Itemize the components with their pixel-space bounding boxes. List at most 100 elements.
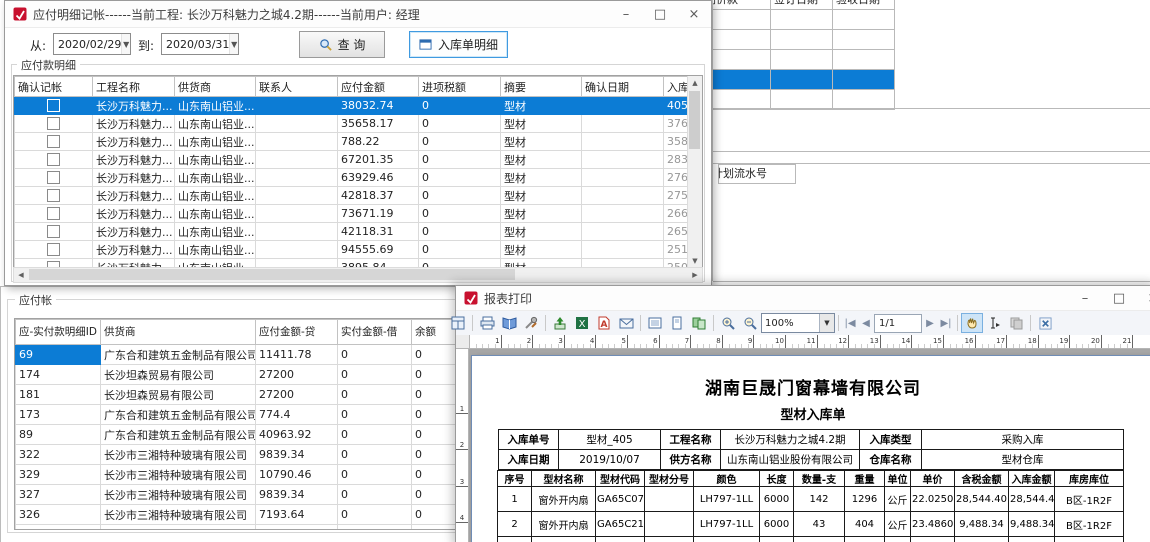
cell-entry-no[interactable]: 266 [664, 205, 689, 223]
zoom-in-icon[interactable] [717, 313, 739, 333]
cell-balance[interactable]: 0 [412, 385, 456, 405]
scroll-up-icon[interactable]: ▲ [688, 76, 702, 90]
cell-id[interactable]: 326 [16, 505, 101, 525]
query-button[interactable]: 查 询 [299, 31, 385, 58]
mail-icon[interactable] [615, 313, 637, 333]
cell-credit[interactable]: 774.4 [256, 405, 338, 425]
minimize-button[interactable]: – [1068, 286, 1102, 310]
cell-id[interactable]: 173 [16, 405, 101, 425]
cell-confirm-date[interactable] [582, 241, 664, 259]
cell-supplier[interactable]: 长沙市三湘特种玻璃有限公司 [101, 525, 256, 531]
cell-credit[interactable] [256, 525, 338, 531]
cell-balance[interactable]: 0 [412, 465, 456, 485]
confirm-cell[interactable] [15, 241, 93, 259]
zoom-level-select[interactable]: 100% ▼ [761, 313, 835, 333]
cell-memo[interactable]: 型材 [501, 151, 582, 169]
cell-id[interactable]: 181 [16, 385, 101, 405]
hand-tool-icon[interactable] [961, 313, 983, 333]
cell-project[interactable]: 长沙万科魅力... [93, 151, 175, 169]
cell-debit[interactable]: 0 [338, 365, 412, 385]
cell-supplier[interactable]: 山东南山铝业... [175, 241, 256, 259]
cell-confirm-date[interactable] [582, 151, 664, 169]
cell-project[interactable]: 长沙万科魅力... [93, 133, 175, 151]
cell-supplier[interactable]: 广东合和建筑五金制品有限公司 [101, 425, 256, 445]
cell-debit[interactable]: 0 [338, 465, 412, 485]
confirm-checkbox[interactable] [47, 99, 60, 112]
cell-id[interactable]: 174 [16, 365, 101, 385]
cell-memo[interactable]: 型材 [501, 223, 582, 241]
cell-project[interactable]: 长沙万科魅力... [93, 241, 175, 259]
detail-row[interactable]: 长沙万科魅力... 山东南山铝业... 42818.37 0 型材 275 [15, 187, 689, 205]
confirm-checkbox[interactable] [47, 171, 60, 184]
cell-balance[interactable]: 0 [412, 345, 456, 365]
cell-tax[interactable]: 0 [419, 223, 501, 241]
cell-project[interactable]: 长沙万科魅力... [93, 205, 175, 223]
cell-tax[interactable]: 0 [419, 151, 501, 169]
detail-column-header[interactable]: 供货商 [175, 77, 256, 97]
confirm-cell[interactable] [15, 169, 93, 187]
cell-amount[interactable]: 38032.74 [338, 97, 419, 115]
payable-row[interactable]: 69 广东合和建筑五金制品有限公司 11411.78 0 0 [16, 345, 456, 365]
cell-contact[interactable] [256, 115, 338, 133]
close-button[interactable]: × [677, 1, 711, 27]
page-number-field[interactable]: 1/1 [874, 314, 922, 333]
cell-id[interactable]: 329 [16, 465, 101, 485]
detail-row[interactable]: 长沙万科魅力... 山东南山铝业... 42118.31 0 型材 265 [15, 223, 689, 241]
cell-tax[interactable]: 0 [419, 133, 501, 151]
cell-supplier[interactable]: 山东南山铝业... [175, 133, 256, 151]
confirm-checkbox[interactable] [47, 153, 60, 166]
confirm-cell[interactable] [15, 223, 93, 241]
payable-column-header[interactable]: 应付金额-贷 [256, 320, 338, 345]
detail-row[interactable]: 长沙万科魅力... 山东南山铝业... 94555.69 0 型材 251 [15, 241, 689, 259]
scrollbar-thumb[interactable] [689, 91, 700, 149]
cell-memo[interactable]: 型材 [501, 241, 582, 259]
payable-row[interactable]: 173 广东合和建筑五金制品有限公司 774.4 0 0 [16, 405, 456, 425]
confirm-cell[interactable] [15, 133, 93, 151]
last-page-icon[interactable]: ▶| [938, 318, 954, 329]
detail-column-header[interactable]: 确认记帐 [15, 77, 93, 97]
cell-contact[interactable] [256, 187, 338, 205]
cell-supplier[interactable]: 山东南山铝业... [175, 205, 256, 223]
cell-tax[interactable]: 0 [419, 97, 501, 115]
tools-icon[interactable] [520, 313, 542, 333]
cell-supplier[interactable]: 山东南山铝业... [175, 97, 256, 115]
cell-project[interactable]: 长沙万科魅力... [93, 169, 175, 187]
table-row[interactable] [691, 30, 895, 50]
confirm-cell[interactable] [15, 151, 93, 169]
confirm-checkbox[interactable] [47, 135, 60, 148]
cell-tax[interactable]: 0 [419, 169, 501, 187]
payable-column-header[interactable]: 应-实付款明细ID [16, 320, 101, 345]
cell-entry-no[interactable]: 358 [664, 133, 689, 151]
export-icon[interactable] [549, 313, 571, 333]
table-row-selected[interactable] [691, 70, 895, 90]
cell-contact[interactable] [256, 169, 338, 187]
cell-confirm-date[interactable] [582, 97, 664, 115]
cell-supplier[interactable]: 山东南山铝业... [175, 115, 256, 133]
detail-row[interactable]: 长沙万科魅力... 山东南山铝业... 67201.35 0 型材 283 [15, 151, 689, 169]
payable-row[interactable]: 326 长沙市三湘特种玻璃有限公司 7193.64 0 0 [16, 505, 456, 525]
cell-memo[interactable]: 型材 [501, 187, 582, 205]
vertical-scrollbar[interactable]: ▲ ▼ [687, 76, 702, 268]
cell-contact[interactable] [256, 205, 338, 223]
cell-memo[interactable]: 型材 [501, 97, 582, 115]
detail-column-header[interactable]: 工程名称 [93, 77, 175, 97]
to-date-picker[interactable]: 2020/03/31 ▼ [161, 33, 239, 55]
cell-memo[interactable]: 型材 [501, 115, 582, 133]
cell-id[interactable]: 89 [16, 425, 101, 445]
pdf-icon[interactable]: A [593, 313, 615, 333]
confirm-checkbox[interactable] [47, 117, 60, 130]
cell-debit[interactable]: 0 [338, 425, 412, 445]
minimize-button[interactable]: – [609, 1, 643, 27]
cell-supplier[interactable]: 山东南山铝业... [175, 169, 256, 187]
page-setup-icon[interactable] [644, 313, 666, 333]
plan-serial-field[interactable]: 计划流水号 [718, 164, 796, 184]
cell-supplier[interactable]: 山东南山铝业... [175, 187, 256, 205]
cell-credit[interactable]: 9839.34 [256, 485, 338, 505]
next-page-icon[interactable]: ▶ [922, 318, 938, 329]
cell-credit[interactable]: 27200 [256, 365, 338, 385]
detail-column-header[interactable]: 应付金额 [338, 77, 419, 97]
cell-contact[interactable] [256, 133, 338, 151]
payable-row[interactable]: 89 广东合和建筑五金制品有限公司 40963.92 0 0 [16, 425, 456, 445]
cell-contact[interactable] [256, 223, 338, 241]
detail-row[interactable]: 长沙万科魅力... 山东南山铝业... 63929.46 0 型材 276 [15, 169, 689, 187]
